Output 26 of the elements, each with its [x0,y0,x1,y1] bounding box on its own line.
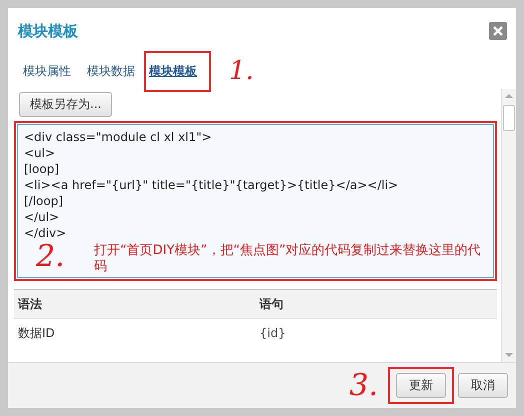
code-line: [/loop] [24,193,64,209]
column-header: 语法 [16,296,43,312]
table-cell-text: 数据ID [17,324,56,342]
step-number: 3. [349,368,378,403]
dialog-button[interactable]: 取消 [458,373,508,398]
code-line: <div class="module cl xl xl1"> [24,129,213,145]
tab[interactable]: 模块数据 [85,50,137,92]
close-icon[interactable] [489,22,507,40]
annotation-note: 打开“首页DIY模块”，把“焦点图”对应的代码复制过来替换这里的代码 [94,243,482,275]
code-line: [loop] [24,161,60,177]
code-line: <li><a href="{url}" title="{title}"{target}>{title}</a></li> [24,177,400,193]
step-number: 1. [229,56,254,86]
dialog-title: 模块模板 [18,22,78,40]
column-header: 语句 [258,296,284,312]
code-field[interactable]: <div class="module cl xl xl1"> <ul> [loop] <li><a href="{url}" title="{title}"{target}>{title}</a></li> [/loop] </ul> </div> 2. 打开“首页DIY模块”，把“焦点图”对应的代码复制过来替换这里的代码 [17,124,494,278]
step-number: 2. [35,241,66,273]
code-line: <ul> [24,145,56,161]
code-line: </ul> [24,209,60,225]
code-line: </div> [24,225,68,241]
scrollbar-thumb[interactable] [503,105,515,131]
table-cell-text: {id} [258,326,287,340]
tab[interactable]: 模块属性 [21,50,73,92]
dialog-button[interactable]: 更新 [396,373,446,398]
tab[interactable]: 模块模板 [144,50,211,92]
scrollbar[interactable] [501,89,516,362]
save-as-button[interactable]: 模板另存为... [19,92,112,117]
